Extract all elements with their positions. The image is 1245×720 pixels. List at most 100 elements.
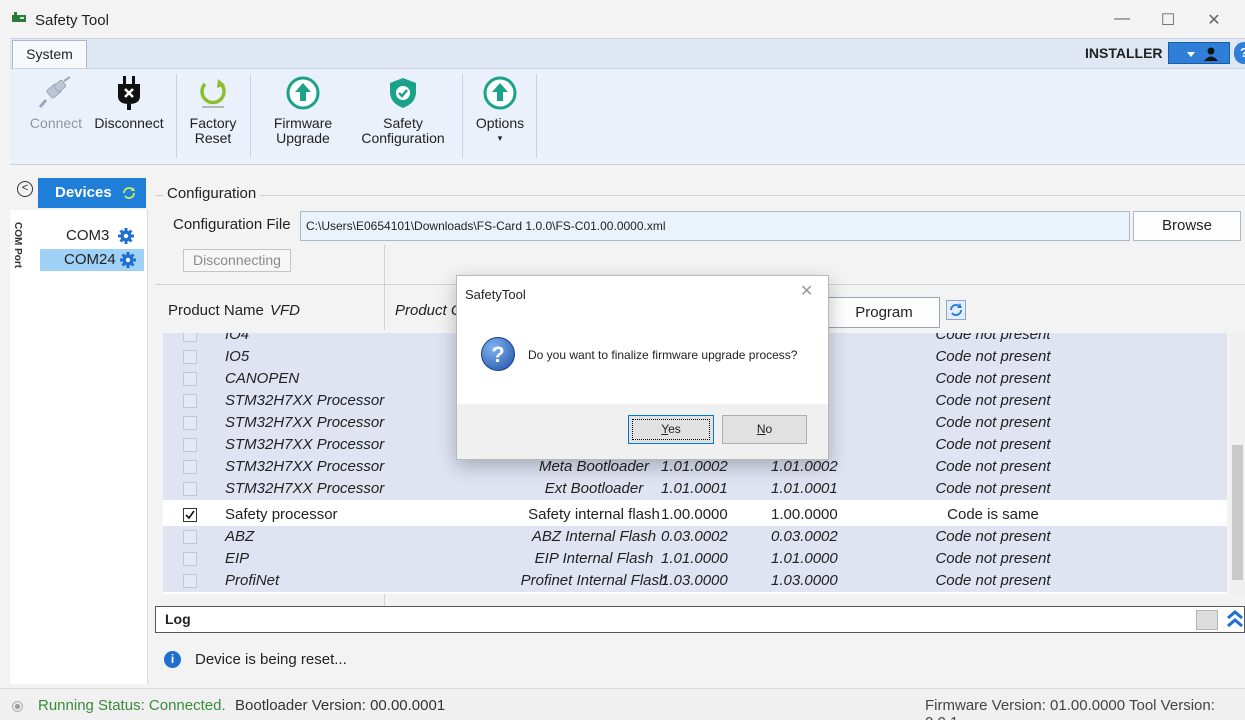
configuration-legend: Configuration <box>163 185 261 202</box>
row-version-device: 1.00.0000 <box>771 506 838 523</box>
help-icon[interactable]: ? <box>1234 42 1245 64</box>
row-status: Code not present <box>935 572 1051 589</box>
no-button[interactable]: No <box>722 415 807 444</box>
unplug-icon <box>118 76 140 110</box>
table-row[interactable]: ProfiNet Profinet Internal Flash 1.03.00… <box>163 570 1227 592</box>
gear-icon[interactable] <box>120 252 136 268</box>
divider <box>384 594 385 606</box>
row-status: Code not present <box>935 480 1051 497</box>
row-name: IO4 <box>225 333 250 343</box>
table-row[interactable]: EIP EIP Internal Flash 1.01.0000 1.01.00… <box>163 548 1227 570</box>
row-checkbox[interactable] <box>183 333 197 342</box>
row-checkbox[interactable] <box>183 372 197 386</box>
row-name: CANOPEN <box>225 370 300 387</box>
row-status: Code not present <box>935 348 1051 365</box>
version-info: Firmware Version: 01.00.0000 Tool Versio… <box>925 697 1215 720</box>
row-version-file: 1.01.0001 <box>661 480 728 497</box>
row-checkbox[interactable] <box>183 394 197 408</box>
refresh-icon[interactable] <box>121 185 137 201</box>
row-checkbox[interactable] <box>183 482 197 496</box>
info-icon: i <box>164 651 181 668</box>
row-status: Code not present <box>935 458 1051 475</box>
row-version-file: 1.03.0000 <box>661 572 728 589</box>
configuration-file-input[interactable]: C:\Users\E0654101\Downloads\FS-Card 1.0.… <box>300 211 1130 241</box>
row-status: Code not present <box>935 370 1051 387</box>
device-item-com3[interactable]: COM3 <box>42 225 142 247</box>
ribbon-tab-strip <box>10 38 1245 68</box>
table-row[interactable]: Safety processor Safety internal flash 1… <box>163 504 1227 526</box>
gear-icon[interactable] <box>118 228 134 244</box>
row-status: Code not present <box>935 550 1051 567</box>
row-version-device: 0.03.0002 <box>771 528 838 545</box>
plug-icon <box>38 76 71 108</box>
table-row[interactable]: ABZ ABZ Internal Flash 0.03.0002 0.03.00… <box>163 526 1227 548</box>
dialog-message: Do you want to finalize firmware upgrade… <box>528 348 798 362</box>
firmware-upgrade-label-1: Firmware <box>273 115 333 131</box>
reset-icon <box>200 79 226 108</box>
row-checkbox-checked[interactable] <box>183 508 197 522</box>
row-name: ABZ <box>225 528 255 545</box>
upload-arrow-icon <box>286 76 320 110</box>
table-row[interactable]: STM32H7XX Processor Ext Bootloader 1.01.… <box>163 478 1227 500</box>
running-status: Running Status: Connected. <box>38 697 226 714</box>
close-button[interactable]: ✕ <box>1199 10 1229 30</box>
upload-arrow-icon <box>483 76 517 110</box>
row-checkbox[interactable] <box>183 438 197 452</box>
user-icon <box>1187 47 1218 61</box>
product-name-value: VFD <box>270 302 300 319</box>
device-item-label: COM3 <box>66 227 110 244</box>
ribbon-separator <box>536 74 537 158</box>
device-item-com24[interactable]: COM24 <box>40 249 144 271</box>
product-code-label: Product C <box>395 302 462 319</box>
disconnect-label: Disconnect <box>94 115 164 131</box>
refresh-icon[interactable] <box>946 300 966 320</box>
row-name: ProfiNet <box>225 572 280 589</box>
options-button[interactable]: Options ▾ <box>468 70 532 146</box>
ribbon-separator <box>176 74 177 158</box>
connect-button[interactable]: Connect <box>22 70 90 131</box>
row-checkbox[interactable] <box>183 574 197 588</box>
ribbon-separator <box>462 74 463 158</box>
row-checkbox[interactable] <box>183 460 197 474</box>
row-checkbox[interactable] <box>183 552 197 566</box>
collapse-pane-icon[interactable]: < <box>17 181 33 197</box>
double-chevron-up-icon[interactable] <box>1225 608 1245 630</box>
row-name: STM32H7XX Processor <box>225 392 385 409</box>
factory-reset-label-1: Factory <box>189 115 237 131</box>
disconnect-button[interactable]: Disconnect <box>91 70 167 131</box>
minimize-button[interactable]: — <box>1107 10 1137 28</box>
options-label: Options <box>475 115 525 131</box>
com-port-group-label: COM Port <box>12 222 23 269</box>
divider <box>384 245 385 285</box>
row-checkbox[interactable] <box>183 350 197 364</box>
scrollbar-thumb[interactable] <box>1232 445 1243 580</box>
program-button[interactable]: Program <box>828 297 940 328</box>
log-toggle[interactable] <box>1196 610 1218 630</box>
factory-reset-button[interactable]: Factory Reset <box>183 70 243 146</box>
firmware-upgrade-button[interactable]: Firmware Upgrade <box>260 70 346 146</box>
maximize-button[interactable]: ☐ <box>1153 10 1183 30</box>
tab-system[interactable]: System <box>12 40 87 68</box>
row-version-file: 1.00.0000 <box>661 506 728 523</box>
row-checkbox[interactable] <box>183 416 197 430</box>
browse-button[interactable]: Browse <box>1133 211 1241 241</box>
row-status: Code not present <box>935 436 1051 453</box>
question-icon: ? <box>481 337 515 371</box>
row-checkbox[interactable] <box>183 530 197 544</box>
product-name-label: Product Name <box>168 302 264 319</box>
check-icon <box>185 510 195 520</box>
row-status: Code is same <box>947 506 1039 523</box>
user-role-label: INSTALLER <box>1085 45 1163 61</box>
devices-header-label: Devices <box>55 184 112 201</box>
row-version-device: 1.03.0000 <box>771 572 838 589</box>
dialog-close-icon[interactable]: ✕ <box>800 281 813 301</box>
ribbon-separator <box>250 74 251 158</box>
user-menu-button[interactable] <box>1168 42 1230 64</box>
row-name: STM32H7XX Processor <box>225 414 385 431</box>
dialog-title: SafetyTool <box>465 287 526 302</box>
factory-reset-label-2: Reset <box>194 130 232 146</box>
row-name: STM32H7XX Processor <box>225 480 385 497</box>
safety-configuration-button[interactable]: Safety Configuration <box>352 70 454 146</box>
yes-button[interactable]: Yes <box>628 415 714 444</box>
title-bar <box>0 0 1245 38</box>
